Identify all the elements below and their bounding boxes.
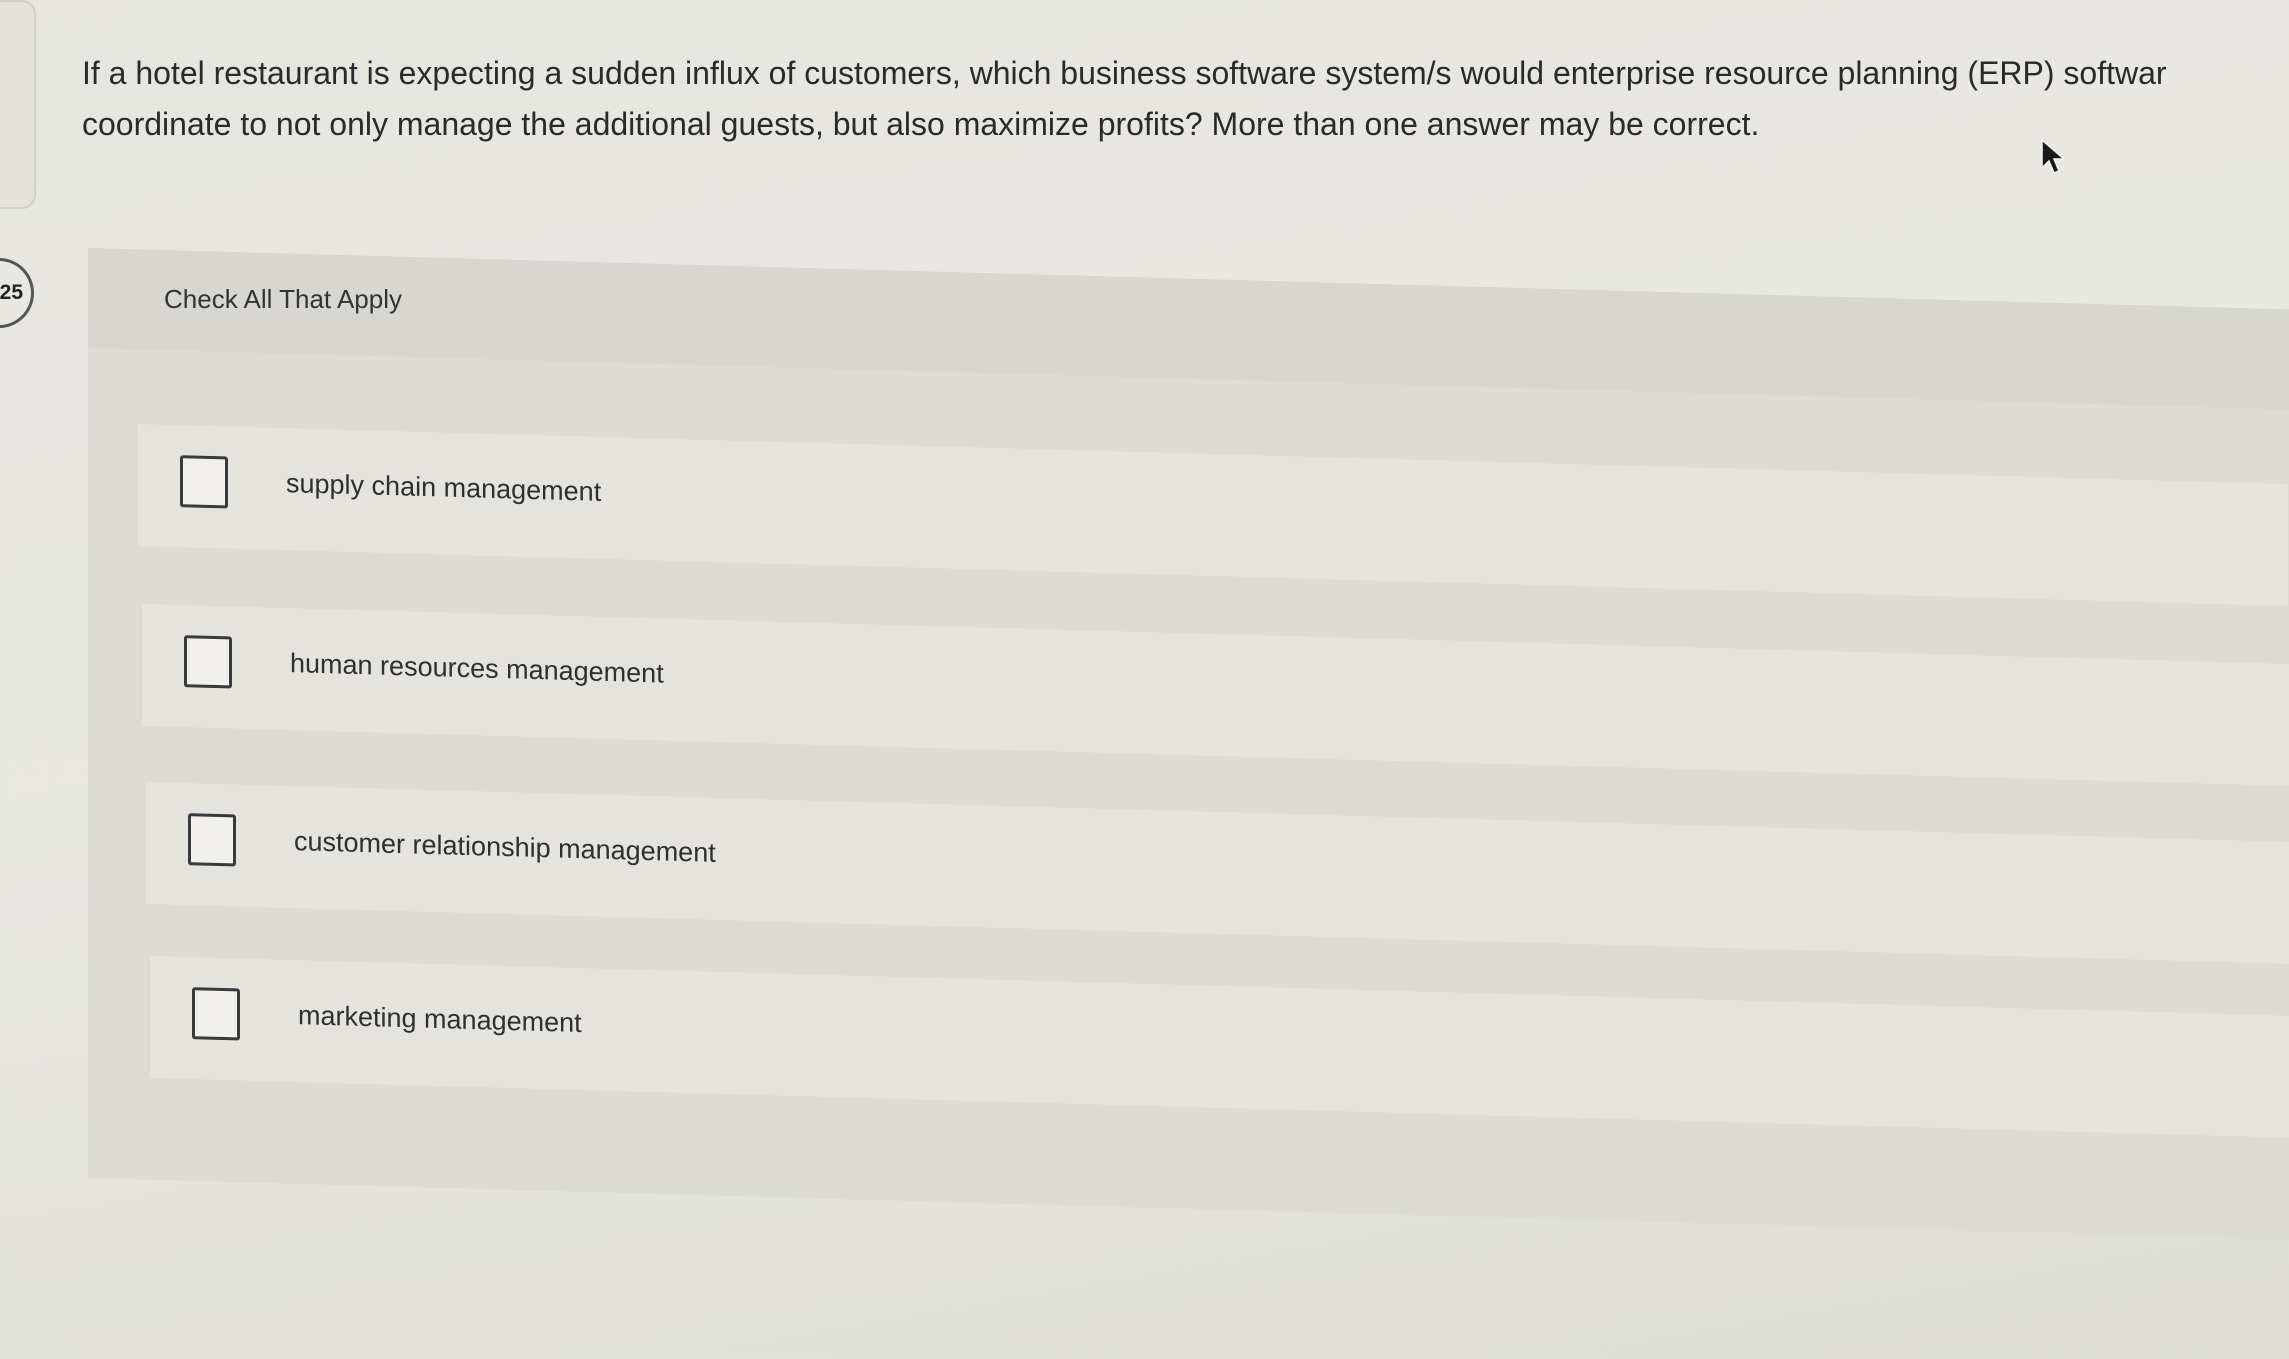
checkbox-unchecked-icon[interactable] [184, 635, 232, 689]
option-label[interactable]: human resources management [290, 648, 664, 689]
option-label[interactable]: customer relationship management [294, 826, 716, 869]
checkbox-unchecked-icon[interactable] [188, 813, 236, 867]
checkbox-unchecked-icon[interactable] [180, 455, 228, 509]
option-label[interactable]: marketing management [298, 1000, 582, 1039]
side-tab[interactable] [0, 0, 36, 209]
checkbox-unchecked-icon[interactable] [192, 987, 240, 1041]
option-label[interactable]: supply chain management [286, 468, 601, 508]
check-all-that-apply-label: Check All That Apply [164, 284, 402, 314]
question-line-2: coordinate to not only manage the additi… [82, 106, 1760, 142]
question-text: If a hotel restaurant is expecting a sud… [82, 48, 2289, 150]
mouse-pointer-icon [2041, 138, 2066, 174]
question-line-1: If a hotel restaurant is expecting a sud… [82, 55, 2167, 91]
timer-badge: :25 [0, 258, 34, 328]
timer-text: :25 [0, 281, 23, 304]
